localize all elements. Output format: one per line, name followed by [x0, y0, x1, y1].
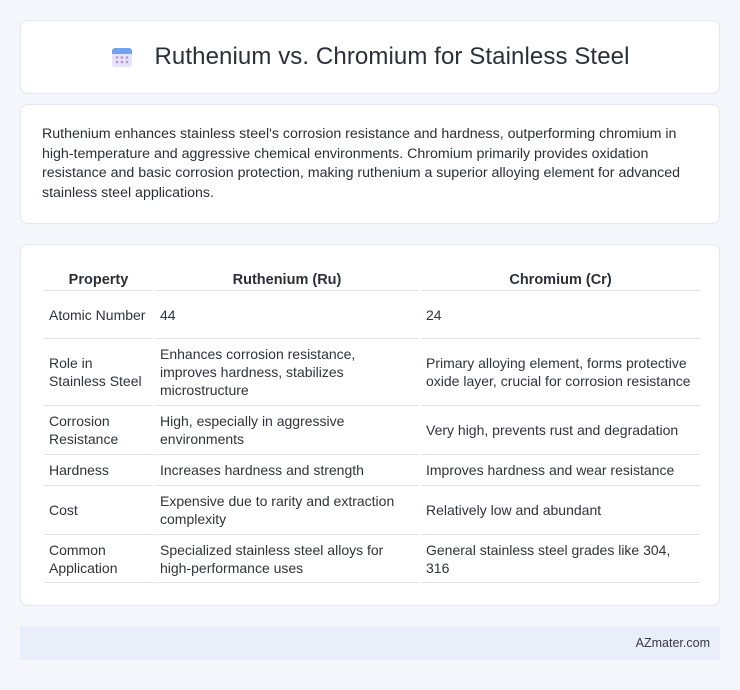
comparison-table: Property Ruthenium (Ru) Chromium (Cr) At…	[42, 265, 702, 583]
row-ruthenium-value: High, especially in aggressive environme…	[155, 406, 419, 455]
table-row: Corrosion Resistance High, especially in…	[44, 406, 700, 455]
row-property: Atomic Number	[44, 291, 153, 339]
row-property: Common Application	[44, 535, 153, 583]
row-chromium-value: Improves hardness and wear resistance	[421, 455, 700, 486]
footer-brand: AZmater.com	[635, 636, 710, 650]
row-property: Hardness	[44, 455, 153, 486]
table-row: Cost Expensive due to rarity and extract…	[44, 486, 700, 535]
row-ruthenium-value: Specialized stainless steel alloys for h…	[155, 535, 419, 583]
title-wrap: Ruthenium vs. Chromium for Stainless Ste…	[110, 43, 629, 71]
summary-text: Ruthenium enhances stainless steel's cor…	[42, 126, 680, 201]
row-chromium-value: Primary alloying element, forms protecti…	[421, 339, 700, 406]
row-ruthenium-value: Enhances corrosion resistance, improves …	[155, 339, 419, 406]
table-row: Atomic Number 44 24	[44, 291, 700, 339]
calendar-icon	[112, 48, 133, 67]
row-chromium-value: Very high, prevents rust and degradation	[421, 406, 700, 455]
row-chromium-value: Relatively low and abundant	[421, 486, 700, 535]
row-ruthenium-value: Expensive due to rarity and extraction c…	[155, 486, 419, 535]
row-ruthenium-value: Increases hardness and strength	[155, 455, 419, 486]
comparison-table-card: Property Ruthenium (Ru) Chromium (Cr) At…	[20, 244, 720, 606]
footer-bar: AZmater.com	[20, 626, 720, 660]
row-chromium-value: 24	[421, 291, 700, 339]
summary-card: Ruthenium enhances stainless steel's cor…	[20, 104, 720, 224]
table-row: Hardness Increases hardness and strength…	[44, 455, 700, 486]
row-property: Cost	[44, 486, 153, 535]
page-title: Ruthenium vs. Chromium for Stainless Ste…	[154, 43, 630, 70]
column-header-property: Property	[44, 265, 153, 291]
row-ruthenium-value: 44	[155, 291, 419, 339]
column-header-chromium: Chromium (Cr)	[421, 265, 700, 291]
row-property: Corrosion Resistance	[44, 406, 153, 455]
table-row: Common Application Specialized stainless…	[44, 535, 700, 583]
table-row: Role in Stainless Steel Enhances corrosi…	[44, 339, 700, 406]
row-property: Role in Stainless Steel	[44, 339, 153, 406]
column-header-ruthenium: Ruthenium (Ru)	[155, 265, 419, 291]
row-chromium-value: General stainless steel grades like 304,…	[421, 535, 700, 583]
table-header-row: Property Ruthenium (Ru) Chromium (Cr)	[44, 265, 700, 291]
title-card: Ruthenium vs. Chromium for Stainless Ste…	[20, 20, 720, 94]
